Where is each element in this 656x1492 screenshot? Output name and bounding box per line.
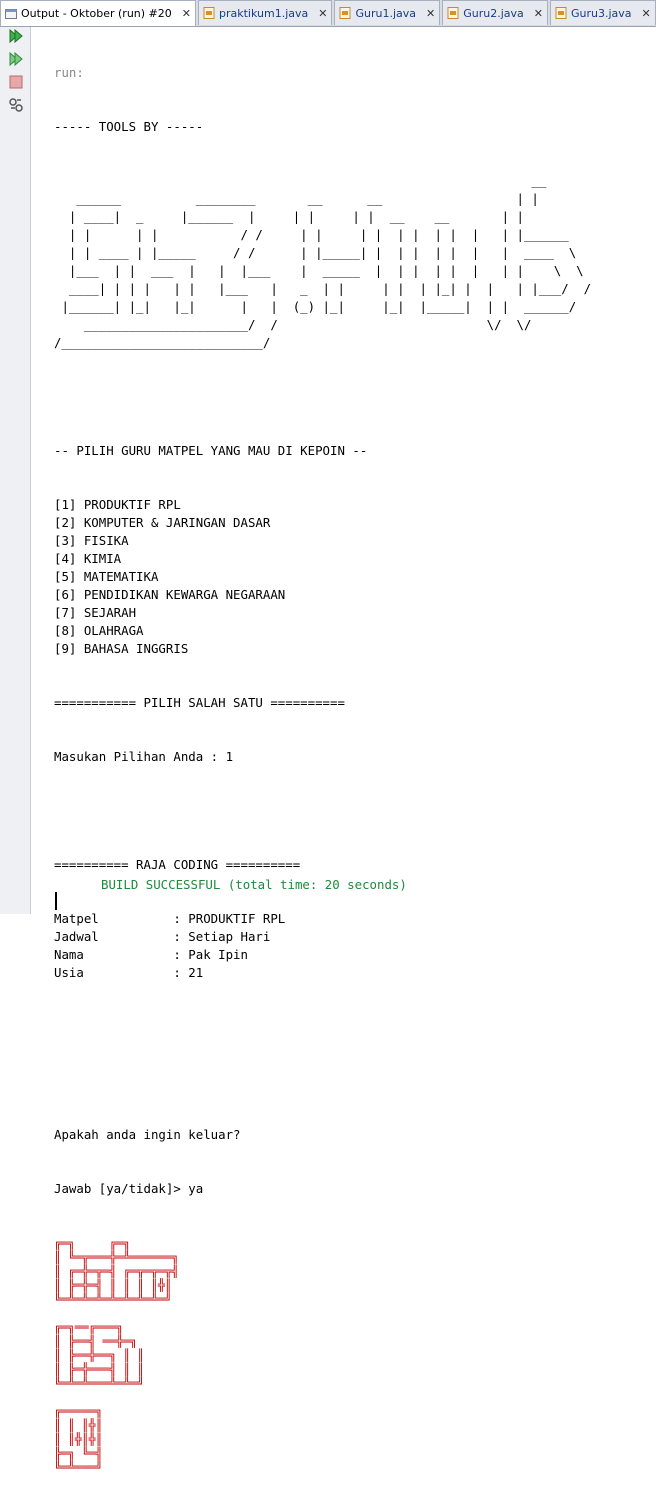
java-file-icon xyxy=(555,7,567,19)
tab-label: Guru1.java xyxy=(355,6,417,20)
settings-button[interactable] xyxy=(7,96,25,114)
tab-guru3[interactable]: Guru3.java ✕ xyxy=(550,0,656,25)
ascii-logo-line: | | ____ | |_____ / / | |_____| | | | | … xyxy=(54,245,577,260)
ascii-logo: __ ______ ________ __ __ | | | ____| _ |… xyxy=(54,172,656,352)
big-art-line: ╚═╩═══╝ xyxy=(54,1460,103,1474)
big-art-line: ║ ╔═╬═╦═╣ ╔═╦═╦═╦╣ xyxy=(54,1264,179,1278)
close-icon[interactable]: ✕ xyxy=(534,7,543,20)
tab-bar: Output - Oktober (run) #20 ✕ praktikum1.… xyxy=(0,0,656,27)
output-console[interactable]: run: ----- TOOLS BY ----- __ ______ ____… xyxy=(54,28,656,1474)
exit-answer: Jawab [ya/tidak]> ya xyxy=(54,1181,204,1196)
result-header: ========== RAJA CODING ========== xyxy=(54,857,301,872)
detail-row: Matpel : PRODUKTIF RPL xyxy=(54,911,286,926)
ascii-logo-line: |______| |_| |_| | | (_) |_| |_| |_____|… xyxy=(54,299,577,314)
ascii-logo-line: __ xyxy=(54,173,547,188)
big-ascii-art: ╔═╗ ╔═╗ ║ ╚═╦═══╬═╩══════╗ ║ ╔═╬═╦═╣ ╔═╦═╦… xyxy=(54,1236,656,1474)
big-art-line: ║ ╠══╣ ══╬═╗ xyxy=(54,1334,138,1348)
menu-list: [1] PRODUKTIF RPL [2] KOMPUTER & JARINGAN… xyxy=(54,496,656,658)
big-art-line xyxy=(54,1306,656,1320)
big-art-line xyxy=(54,1390,656,1404)
close-icon[interactable]: ✕ xyxy=(182,7,191,20)
text-cursor xyxy=(55,892,57,910)
tab-guru2[interactable]: Guru2.java ✕ xyxy=(442,0,548,25)
menu-header: -- PILIH GURU MATPEL YANG MAU DI KEPOIN … xyxy=(54,443,368,458)
run-label: run: xyxy=(54,65,84,80)
big-art-line: ║ ╠═╬═╣ ║ ║ ║ ║╬║ xyxy=(54,1278,172,1292)
tab-label: Guru3.java xyxy=(571,6,632,20)
close-icon[interactable]: ✕ xyxy=(642,7,651,20)
exit-question: Apakah anda ingin keluar? xyxy=(54,1127,241,1142)
menu-item: [3] FISIKA xyxy=(54,533,129,548)
big-art-line: ║ ╚═╦═══╬═╩══════╗ xyxy=(54,1250,179,1264)
tools-header: ----- TOOLS BY ----- xyxy=(54,119,204,134)
big-art-line: ║ ╠═╬═══╣ ║ ║ xyxy=(54,1362,145,1376)
tab-output[interactable]: Output - Oktober (run) #20 ✕ xyxy=(0,0,196,26)
java-file-icon xyxy=(203,7,215,19)
settings-icon xyxy=(9,98,23,112)
stop-button[interactable] xyxy=(7,73,25,91)
detail-row: Nama : Pak Ipin xyxy=(54,947,248,962)
ascii-logo-line: | ____| _ |______ | | | | | __ __ | | xyxy=(54,209,524,224)
detail-row: Jadwal : Setiap Hari xyxy=(54,929,271,944)
tab-praktikum1[interactable]: praktikum1.java ✕ xyxy=(198,0,333,25)
ascii-logo-line: | | | | / / | | | | | | | | | | |______ xyxy=(54,227,569,242)
stop-icon xyxy=(9,75,23,89)
big-art-line: ╔═╗══╔═══╗ xyxy=(54,1320,124,1334)
menu-item: [2] KOMPUTER & JARINGAN DASAR xyxy=(54,515,271,530)
big-art-line: ╚═╩═╩═╩═╩═╩═╩═╩═╝ xyxy=(54,1292,172,1306)
menu-item: [7] SEJARAH xyxy=(54,605,137,620)
output-toolbar xyxy=(0,27,31,914)
close-icon[interactable]: ✕ xyxy=(318,7,327,20)
menu-item: [6] PENDIDIKAN KEWARGA NEGARAAN xyxy=(54,587,286,602)
tab-label: Guru2.java xyxy=(463,6,524,20)
close-icon[interactable]: ✕ xyxy=(426,7,435,20)
rerun-with-params-icon xyxy=(9,51,23,67)
output-icon xyxy=(5,8,17,19)
big-art-line: ╔═╗ ╔═╗ xyxy=(54,1236,131,1250)
big-art-line: ║ ║ ║╬║ xyxy=(54,1418,103,1432)
rerun-with-params-button[interactable] xyxy=(7,50,25,68)
ascii-logo-line: /___________________________/ xyxy=(54,335,271,350)
build-status: BUILD SUCCESSFUL (total time: 20 seconds… xyxy=(101,877,407,892)
tab-label: Output - Oktober (run) #20 xyxy=(21,7,172,20)
java-file-icon xyxy=(447,7,459,19)
menu-item: [9] BAHASA INGGRIS xyxy=(54,641,189,656)
big-art-line: ╔═════╗ xyxy=(54,1404,103,1418)
ascii-logo-line: |___ | | ___ | | |___ | _____ | | | | | … xyxy=(54,263,584,278)
big-art-line: ╚═╩═╩═══╩═╩═╝ xyxy=(54,1376,145,1390)
tab-guru1[interactable]: Guru1.java ✕ xyxy=(334,0,441,25)
java-file-icon xyxy=(339,7,351,19)
menu-item: [5] MATEMATIKA xyxy=(54,569,159,584)
big-art-line: ║ ║╬║╬║ xyxy=(54,1432,103,1446)
ascii-logo-line: ______ ________ __ __ | | xyxy=(54,191,539,206)
menu-item: [1] PRODUKTIF RPL xyxy=(54,497,181,512)
choose-line: =========== PILIH SALAH SATU ========== xyxy=(54,695,345,710)
tab-label: praktikum1.java xyxy=(219,6,309,20)
big-art-line: ║ ╠══╬══╗ ║ ║ xyxy=(54,1348,145,1362)
details-list: Matpel : PRODUKTIF RPL Jadwal : Setiap Ha… xyxy=(54,910,656,982)
input-prompt: Masukan Pilihan Anda : 1 xyxy=(54,749,234,764)
ascii-logo-line: ____| | | | | | |___ | _ | | | | | |_| |… xyxy=(54,281,592,296)
big-art-line: ╠═╗ ╚═╣ xyxy=(54,1446,103,1460)
ascii-logo-line: ______________________/ / \/ \/ xyxy=(54,317,532,332)
rerun-icon xyxy=(9,28,23,44)
detail-row: Usia : 21 xyxy=(54,965,204,980)
rerun-button[interactable] xyxy=(7,27,25,45)
menu-item: [4] KIMIA xyxy=(54,551,122,566)
menu-item: [8] OLAHRAGA xyxy=(54,623,144,638)
